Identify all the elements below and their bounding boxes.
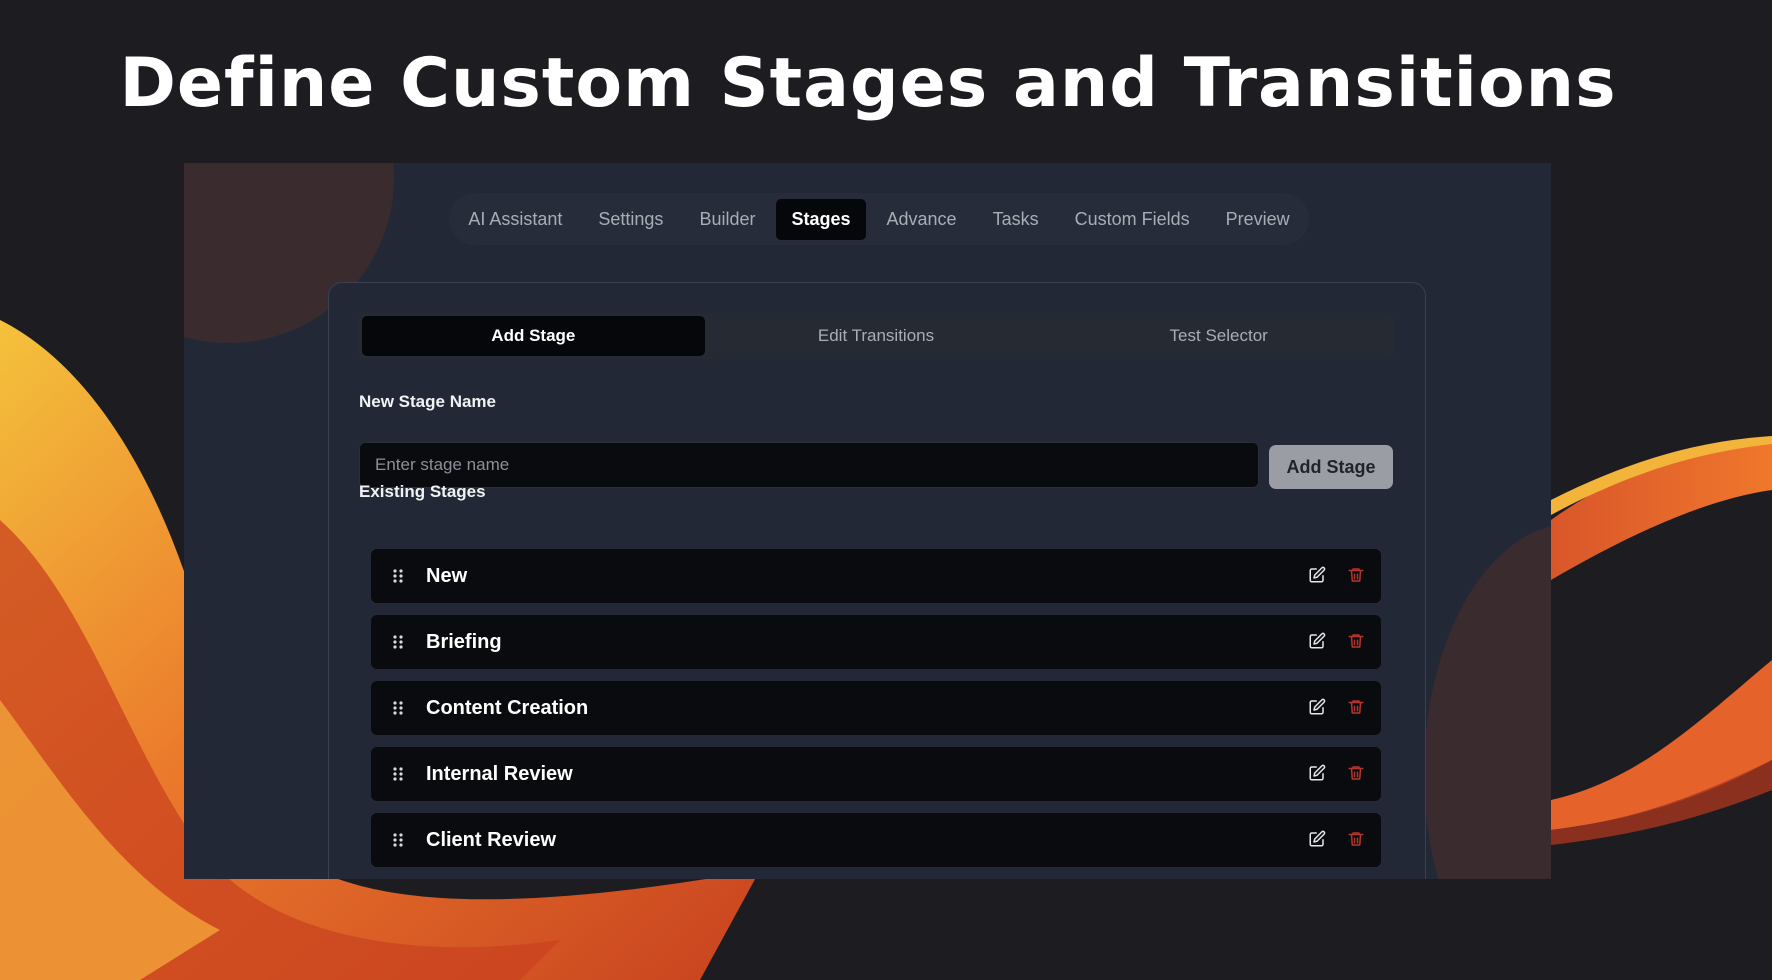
subtab-add-stage[interactable]: Add Stage [362, 316, 705, 356]
stage-name: Content Creation [426, 696, 589, 719]
edit-icon[interactable] [1308, 698, 1328, 718]
tab-preview[interactable]: Preview [1211, 199, 1305, 240]
tab-settings[interactable]: Settings [583, 199, 678, 240]
stage-row[interactable]: Internal Review [371, 747, 1381, 801]
edit-icon[interactable] [1308, 566, 1328, 586]
edit-icon[interactable] [1308, 632, 1328, 652]
page-headline: Define Custom Stages and Transitions [119, 44, 1617, 123]
trash-icon[interactable] [1347, 698, 1367, 718]
existing-stages-label: Existing Stages [359, 482, 486, 501]
trash-icon[interactable] [1347, 830, 1367, 850]
trash-icon[interactable] [1347, 566, 1367, 586]
tab-builder[interactable]: Builder [684, 199, 770, 240]
stage-subtabs: Add Stage Edit Transitions Test Selector [359, 313, 1393, 359]
stage-row[interactable]: Client Review [371, 813, 1381, 867]
trash-icon[interactable] [1347, 632, 1367, 652]
stages-card: Add Stage Edit Transitions Test Selector… [328, 282, 1426, 879]
stage-row[interactable]: Briefing [371, 615, 1381, 669]
stage-name: New [426, 564, 468, 587]
stage-name-input[interactable] [359, 442, 1259, 488]
tab-custom-fields[interactable]: Custom Fields [1060, 199, 1205, 240]
stage-list: New Briefing Content Creation Internal R… [371, 549, 1381, 879]
trash-icon[interactable] [1347, 764, 1367, 784]
edit-icon[interactable] [1308, 764, 1328, 784]
drag-handle-icon[interactable] [392, 765, 406, 783]
drag-handle-icon[interactable] [392, 699, 406, 717]
tab-tasks[interactable]: Tasks [978, 199, 1054, 240]
tab-advance[interactable]: Advance [872, 199, 972, 240]
subtab-test-selector[interactable]: Test Selector [1047, 316, 1390, 356]
app-screenshot-panel: AI Assistant Settings Builder Stages Adv… [184, 163, 1551, 879]
stage-name: Internal Review [426, 762, 573, 785]
tab-ai-assistant[interactable]: AI Assistant [453, 199, 577, 240]
stage-row[interactable]: Content Creation [371, 681, 1381, 735]
tab-stages[interactable]: Stages [776, 198, 866, 240]
subtab-edit-transitions[interactable]: Edit Transitions [705, 316, 1048, 356]
new-stage-name-label: New Stage Name [359, 392, 496, 411]
stage-name: Client Review [426, 828, 557, 851]
drag-handle-icon[interactable] [392, 567, 406, 585]
stage-name: Briefing [426, 630, 502, 653]
top-nav-tabs: AI Assistant Settings Builder Stages Adv… [449, 193, 1309, 245]
decorative-blob [1424, 523, 1551, 879]
drag-handle-icon[interactable] [392, 633, 406, 651]
edit-icon[interactable] [1308, 830, 1328, 850]
add-stage-button[interactable]: Add Stage [1269, 445, 1393, 489]
drag-handle-icon[interactable] [392, 831, 406, 849]
stage-row[interactable]: New [371, 549, 1381, 603]
